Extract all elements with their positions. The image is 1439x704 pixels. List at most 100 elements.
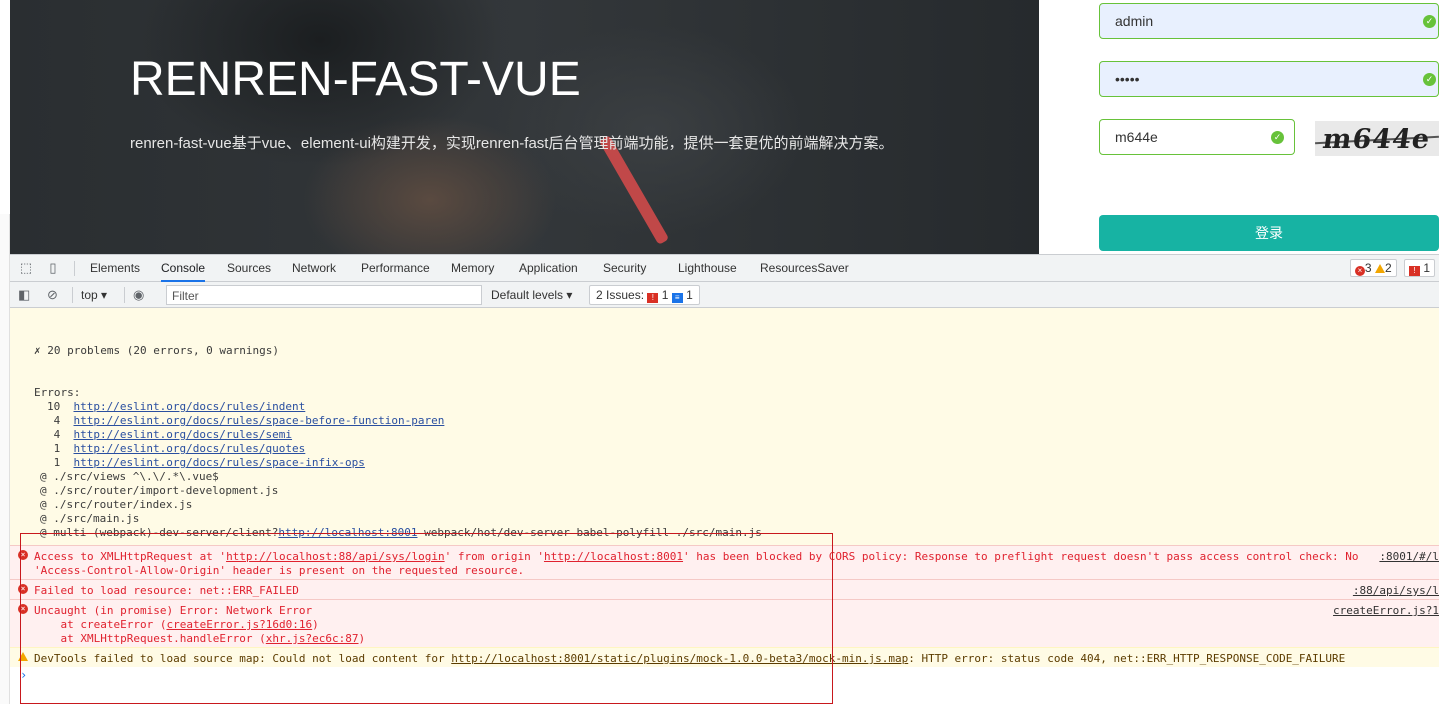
- rule-link[interactable]: http://eslint.org/docs/rules/indent: [74, 400, 306, 413]
- rule-link[interactable]: http://eslint.org/docs/rules/quotes: [74, 442, 306, 455]
- tab-resourcessaver[interactable]: ResourcesSaver: [760, 255, 849, 282]
- rule-count: 1: [53, 442, 61, 455]
- msg-part: DevTools failed to load source map: Coul…: [34, 652, 452, 665]
- warning-icon: [1374, 264, 1385, 273]
- rule-row: 4 http://eslint.org/docs/rules/space-bef…: [47, 414, 445, 427]
- issues-error-count: 1: [661, 288, 669, 302]
- check-circle-icon: ✓: [1423, 73, 1436, 86]
- tab-application[interactable]: Application: [519, 255, 578, 282]
- rule-row: 1 http://eslint.org/docs/rules/quotes: [47, 442, 306, 455]
- username-field[interactable]: admin ✓: [1099, 3, 1439, 39]
- issues-count: 1: [1423, 261, 1430, 275]
- issues-label: 2 Issues:: [596, 288, 645, 302]
- console-filter-input[interactable]: Filter: [166, 285, 482, 305]
- tab-performance[interactable]: Performance: [361, 255, 430, 282]
- trace-line: @ multi (webpack)-dev-server/client?http…: [40, 526, 762, 539]
- cors-origin-link[interactable]: http://localhost:8001: [544, 550, 683, 563]
- error-warning-counter[interactable]: × 3 2: [1349, 259, 1397, 277]
- check-circle-icon: ✓: [1271, 131, 1284, 144]
- console-output: ✗ 20 problems (20 errors, 0 warnings) Er…: [10, 308, 1439, 704]
- error-icon: ×: [1354, 266, 1365, 276]
- console-toolbar: ◧ ⊘ top ▾ ◉ Filter Default levels ▾ 2 Is…: [10, 282, 1439, 308]
- password-value: •••••: [1115, 71, 1140, 87]
- warning-icon: [18, 652, 28, 661]
- msg-part: Access to XMLHttpRequest at ': [34, 550, 227, 563]
- error-text-continued: 'Access-Control-Allow-Origin' header is …: [34, 564, 525, 577]
- error-text: Access to XMLHttpRequest at 'http://loca…: [34, 550, 1359, 564]
- error-icon: ×: [18, 584, 28, 594]
- sourcemap-link[interactable]: http://localhost:8001/static/plugins/moc…: [451, 652, 908, 665]
- stack-frame: at createError (createError.js?16d0:16): [34, 618, 318, 632]
- source-link[interactable]: :8001/#/l: [1379, 550, 1439, 564]
- console-error-failed-resource: × Failed to load resource: net::ERR_FAIL…: [10, 579, 1439, 599]
- live-expression-eye-icon[interactable]: ◉: [133, 287, 144, 303]
- rule-count: 4: [53, 428, 61, 441]
- background-page-edge: [0, 214, 10, 704]
- tabbar-divider: [74, 261, 75, 276]
- cors-request-link[interactable]: http://localhost:88/api/sys/login: [226, 550, 445, 563]
- hero-description: renren-fast-vue基于vue、element-ui构建开发，实现re…: [130, 135, 894, 152]
- clear-console-icon[interactable]: ⊘: [47, 287, 58, 303]
- rule-link[interactable]: http://eslint.org/docs/rules/space-infix…: [74, 456, 365, 469]
- inspect-element-icon[interactable]: ⬚: [18, 260, 34, 276]
- rule-row: 4 http://eslint.org/docs/rules/semi: [47, 428, 292, 441]
- error-text: Failed to load resource: net::ERR_FAILED: [34, 584, 299, 597]
- issues-counter[interactable]: ! 1: [1403, 259, 1435, 277]
- msg-part: at XMLHttpRequest.handleError (: [34, 632, 266, 645]
- hero-banner: RENREN-FAST-VUE renren-fast-vue基于vue、ele…: [10, 0, 1039, 254]
- msg-part: : HTTP error: status code 404, net::ERR_…: [908, 652, 1346, 665]
- rule-count: 4: [53, 414, 61, 427]
- context-selector[interactable]: top ▾: [81, 287, 107, 303]
- tab-memory[interactable]: Memory: [451, 255, 494, 282]
- trace-link[interactable]: http://localhost:8001: [278, 526, 417, 539]
- sidebar-toggle-icon[interactable]: ◧: [18, 287, 30, 303]
- devtools-tabbar: ⬚ ▯ Elements Console Sources Network Per…: [10, 255, 1439, 282]
- stack-frame-link[interactable]: xhr.js?ec6c:87: [266, 632, 359, 645]
- rule-row: 10 http://eslint.org/docs/rules/indent: [47, 400, 305, 413]
- tab-network[interactable]: Network: [292, 255, 336, 282]
- captcha-value: m644e: [1115, 129, 1158, 145]
- source-link[interactable]: :88/api/sys/l: [1353, 584, 1439, 598]
- trace-line: @ ./src/views ^\.\/.*\.vue$: [40, 470, 219, 483]
- console-prompt[interactable]: ›: [20, 668, 27, 682]
- devtools-panel: ⬚ ▯ Elements Console Sources Network Per…: [10, 254, 1439, 704]
- rule-link[interactable]: http://eslint.org/docs/rules/space-befor…: [74, 414, 445, 427]
- password-field[interactable]: ••••• ✓: [1099, 61, 1439, 97]
- tab-sources[interactable]: Sources: [227, 255, 271, 282]
- error-count: 3: [1364, 261, 1372, 275]
- context-value: top: [81, 288, 98, 302]
- trace-text: webpack/hot/dev-server babel-polyfill ./…: [417, 526, 762, 539]
- issue-info-icon: ≡: [671, 293, 683, 303]
- tab-security[interactable]: Security: [603, 255, 646, 282]
- stack-frame-link[interactable]: createError.js?16d0:16: [166, 618, 312, 631]
- source-link[interactable]: createError.js?1: [1333, 604, 1439, 618]
- log-levels-value: Default levels: [491, 288, 564, 302]
- console-warning-sourcemap: DevTools failed to load source map: Coul…: [10, 647, 1439, 667]
- tab-lighthouse[interactable]: Lighthouse: [678, 255, 737, 282]
- toolbar-divider: [124, 287, 125, 303]
- login-form: admin ✓ ••••• ✓ m644e ✓ m644e 登录: [1039, 0, 1439, 254]
- check-circle-icon: ✓: [1423, 15, 1436, 28]
- username-value: admin: [1115, 13, 1154, 29]
- msg-part: ' has been blocked by CORS policy: Respo…: [683, 550, 1359, 563]
- msg-part: at createError (: [34, 618, 167, 631]
- captcha-image[interactable]: m644e: [1315, 121, 1439, 156]
- devtools-counters: × 3 2 ! 1: [1346, 259, 1435, 277]
- hero-title: RENREN-FAST-VUE: [130, 53, 581, 106]
- tab-console[interactable]: Console: [161, 255, 206, 282]
- log-levels-dropdown[interactable]: Default levels ▾: [491, 288, 572, 302]
- trace-line: @ ./src/router/import-development.js: [40, 484, 279, 497]
- rule-link[interactable]: http://eslint.org/docs/rules/semi: [74, 428, 293, 441]
- console-error-cors: × Access to XMLHttpRequest at 'http://lo…: [10, 545, 1439, 579]
- warning-count: 2: [1384, 261, 1392, 275]
- tab-elements[interactable]: Elements: [90, 255, 140, 282]
- captcha-image-text: m644e: [1320, 124, 1433, 155]
- captcha-field[interactable]: m644e ✓: [1099, 119, 1295, 155]
- issue-flag-icon: !: [1408, 266, 1420, 276]
- issues-info-count: 1: [686, 288, 693, 302]
- eslint-overlay: ✗ 20 problems (20 errors, 0 warnings) Er…: [10, 308, 1439, 545]
- login-button[interactable]: 登录: [1099, 215, 1439, 251]
- device-toolbar-icon[interactable]: ▯: [45, 260, 61, 276]
- issues-button[interactable]: 2 Issues: ! 1 ≡ 1: [589, 285, 700, 305]
- trace-text: @ multi (webpack)-dev-server/client?: [40, 526, 279, 539]
